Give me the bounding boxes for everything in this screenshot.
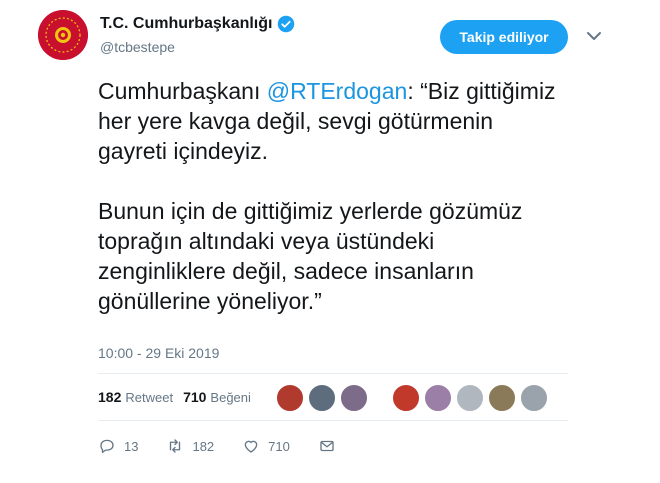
avatar[interactable] [38, 10, 88, 60]
envelope-icon [320, 440, 334, 452]
tweet-card: T.C. Cumhurbaşkanlığı @tcbestepe Takip e… [0, 0, 660, 483]
account-handle[interactable]: @tcbestepe [100, 39, 175, 55]
like-action-count: 710 [268, 438, 290, 454]
verified-badge-icon [278, 15, 295, 33]
liker-avatars-group-2 [392, 384, 552, 412]
liker-avatar[interactable] [392, 384, 420, 412]
reply-icon [100, 439, 114, 454]
liker-avatar[interactable] [424, 384, 452, 412]
retweet-action-count: 182 [192, 438, 215, 454]
retweet-icon [170, 439, 181, 453]
divider [98, 420, 568, 421]
liker-avatars-group-1 [276, 384, 372, 412]
liker-avatar[interactable] [456, 384, 484, 412]
divider [98, 373, 568, 374]
account-name[interactable]: T.C. Cumhurbaşkanlığı [100, 15, 272, 33]
like-count: 710 [183, 389, 207, 405]
tweet-text-prefix: Cumhurbaşkanı [98, 78, 267, 104]
chevron-down-icon[interactable] [584, 28, 604, 44]
tweet-paragraph-2: Bunun için de gittiğimiz yerlerde gözümü… [98, 198, 523, 314]
following-button[interactable]: Takip ediliyor [440, 20, 568, 54]
liker-avatar[interactable] [308, 384, 336, 412]
engagement-stats: 182 Retweet 710 Beğeni [98, 382, 261, 412]
tweet-header: T.C. Cumhurbaşkanlığı @tcbestepe Takip e… [38, 10, 618, 60]
like-label: Beğeni [210, 390, 251, 405]
name-row: T.C. Cumhurbaşkanlığı [100, 15, 295, 33]
liker-avatar[interactable] [340, 384, 368, 412]
tweet-text: Cumhurbaşkanı @RTErdogan: “Biz gittiğimi… [98, 76, 558, 316]
retweet-count: 182 [98, 389, 122, 405]
reply-count: 13 [124, 438, 139, 454]
retweet-stat[interactable]: 182 Retweet [98, 389, 173, 405]
liker-avatar[interactable] [520, 384, 548, 412]
tweet-paragraph-1: Cumhurbaşkanı @RTErdogan: “Biz gittiğimi… [98, 76, 558, 166]
retweet-button[interactable]: 182 [166, 437, 214, 455]
presidential-seal-icon [38, 10, 88, 60]
direct-message-button[interactable] [318, 437, 344, 455]
liker-avatar[interactable] [488, 384, 516, 412]
tweet-timestamp[interactable]: 10:00 - 29 Eki 2019 [98, 345, 219, 361]
like-button[interactable]: 710 [242, 437, 290, 455]
like-stat[interactable]: 710 Beğeni [183, 389, 251, 405]
liker-avatar[interactable] [276, 384, 304, 412]
mention-link[interactable]: @RTErdogan [267, 78, 408, 104]
retweet-label: Retweet [125, 390, 174, 405]
reply-button[interactable]: 13 [98, 437, 138, 455]
heart-icon [244, 440, 258, 453]
tweet-actions: 13 182 710 [98, 434, 378, 458]
